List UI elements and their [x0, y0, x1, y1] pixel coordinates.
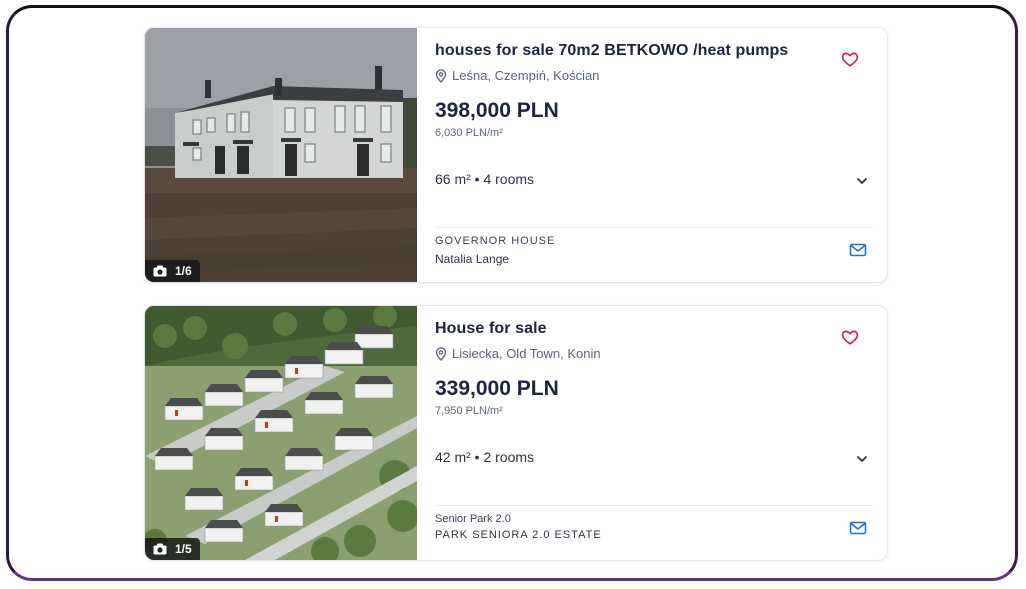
heart-icon[interactable] [841, 328, 859, 346]
agency-company: PARK SENIORA 2.0 ESTATE [435, 529, 602, 541]
divider [435, 227, 873, 228]
listing-specs: 66 m² • 4 rooms [435, 171, 535, 187]
agent-name: Natalia Lange [435, 252, 510, 266]
listing-photo[interactable]: 1/6 [145, 28, 417, 282]
photo-counter-text: 1/5 [175, 542, 192, 556]
photo-counter-text: 1/6 [175, 264, 192, 278]
listing-card[interactable]: 1/5 House for sale Lisiecka, Old Town, K… [144, 305, 888, 561]
house-photo-image [145, 28, 417, 282]
listing-specs: 42 m² • 2 rooms [435, 449, 535, 465]
mail-icon[interactable] [849, 520, 867, 536]
chevron-down-icon[interactable] [855, 174, 869, 188]
listing-title[interactable]: House for sale [435, 320, 547, 338]
listing-title[interactable]: houses for sale 70m2 BETKOWO /heat pumps [435, 42, 788, 60]
photo-counter[interactable]: 1/5 [145, 538, 200, 560]
camera-icon [153, 543, 167, 555]
listing-location: Lisiecka, Old Town, Konin [435, 346, 601, 361]
agency-name: Senior Park 2.0 [435, 513, 511, 525]
photo-counter[interactable]: 1/6 [145, 260, 200, 282]
price-per-m2: 6,030 PLN/m² [435, 127, 503, 139]
listing-location: Leśna, Czempiń, Kościan [435, 68, 599, 83]
listing-photo[interactable]: 1/5 [145, 306, 417, 560]
location-pin-icon [435, 68, 447, 83]
camera-icon [153, 265, 167, 277]
listing-details: House for sale Lisiecka, Old Town, Konin… [435, 306, 873, 560]
listing-card[interactable]: 1/6 houses for sale 70m2 BETKOWO /heat p… [144, 27, 888, 283]
listing-price: 339,000 PLN [435, 377, 559, 400]
heart-icon[interactable] [841, 50, 859, 68]
location-text: Leśna, Czempiń, Kościan [452, 68, 600, 83]
mail-icon[interactable] [849, 242, 867, 258]
location-pin-icon [435, 346, 447, 361]
housing-estate-photo-image [145, 306, 417, 560]
price-per-m2: 7,950 PLN/m² [435, 405, 503, 417]
chevron-down-icon[interactable] [855, 452, 869, 466]
location-text: Lisiecka, Old Town, Konin [452, 346, 601, 361]
divider [435, 505, 873, 506]
listing-price: 398,000 PLN [435, 99, 559, 122]
agency-name: GOVERNOR HOUSE [435, 235, 556, 247]
listing-details: houses for sale 70m2 BETKOWO /heat pumps… [435, 28, 873, 282]
